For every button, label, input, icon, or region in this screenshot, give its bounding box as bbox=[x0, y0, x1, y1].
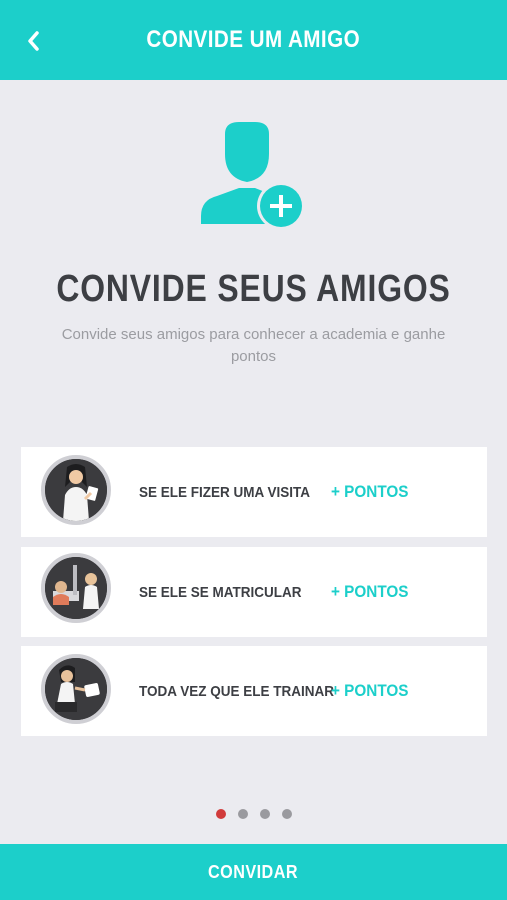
reward-condition: SE ELE SE MATRICULAR bbox=[139, 583, 302, 601]
reward-item-signup: SE ELE SE MATRICULAR + PONTOS bbox=[21, 547, 487, 637]
reward-item-visit: SE ELE FIZER UMA VISITA + PONTOS bbox=[21, 447, 487, 537]
page-dot-2[interactable] bbox=[237, 809, 248, 819]
reward-item-training: TODA VEZ QUE ELE TRAINAR + PONTOS bbox=[21, 646, 487, 736]
back-button[interactable] bbox=[18, 26, 48, 56]
page-dot-4[interactable] bbox=[281, 809, 292, 819]
section-heading: CONVIDE SEUS AMIGOS bbox=[56, 268, 451, 310]
chevron-left-icon bbox=[28, 31, 39, 51]
page-title: CONVIDE UM AMIGO bbox=[146, 26, 361, 53]
reward-points: + PONTOS bbox=[331, 582, 409, 601]
reward-condition: SE ELE FIZER UMA VISITA bbox=[139, 483, 311, 501]
reward-points: + PONTOS bbox=[331, 482, 409, 501]
section-description: Convide seus amigos para conhecer a acad… bbox=[61, 326, 446, 365]
add-user-icon bbox=[201, 122, 305, 230]
woman-with-card-illustration bbox=[41, 455, 111, 525]
invite-button[interactable]: CONVIDAR bbox=[0, 844, 507, 900]
invite-screen: CONVIDE UM AMIGO CONVIDE SEUS AMIGOS Con… bbox=[0, 0, 507, 900]
woman-training-illustration bbox=[41, 654, 111, 724]
page-dot-3[interactable] bbox=[259, 809, 270, 819]
page-indicator bbox=[0, 809, 507, 819]
invite-button-label: CONVIDAR bbox=[208, 861, 299, 882]
gym-signup-illustration bbox=[41, 553, 111, 623]
reward-points: + PONTOS bbox=[331, 681, 409, 700]
reward-condition: TODA VEZ QUE ELE TRAINAR bbox=[139, 682, 335, 700]
top-bar: CONVIDE UM AMIGO bbox=[0, 0, 507, 80]
page-dot-1[interactable] bbox=[215, 809, 226, 819]
